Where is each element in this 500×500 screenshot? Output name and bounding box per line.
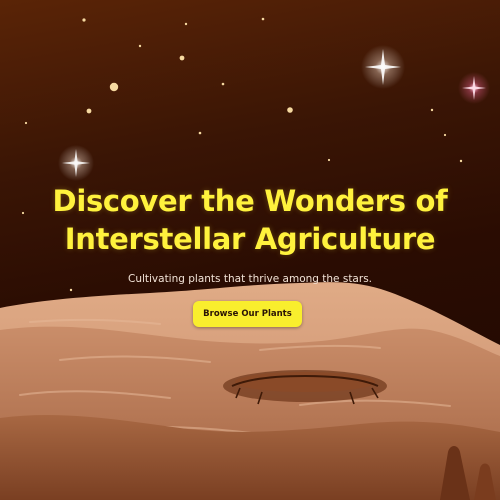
sparkle-star-icon (458, 72, 490, 104)
sparkle-star-icon (58, 145, 94, 181)
hero-section: Discover the Wonders of Interstellar Agr… (0, 0, 500, 500)
hero-content: Discover the Wonders of Interstellar Agr… (0, 182, 500, 286)
hero-subtitle: Cultivating plants that thrive among the… (127, 273, 372, 285)
hero-title-line-1: Discover the Wonders of (52, 184, 448, 218)
hero-title: Discover the Wonders of Interstellar Agr… (10, 182, 490, 258)
hero-title-line-2: Interstellar Agriculture (64, 222, 436, 256)
sparkle-star-icon (361, 45, 405, 89)
browse-plants-button[interactable]: Browse Our Plants (193, 301, 302, 327)
